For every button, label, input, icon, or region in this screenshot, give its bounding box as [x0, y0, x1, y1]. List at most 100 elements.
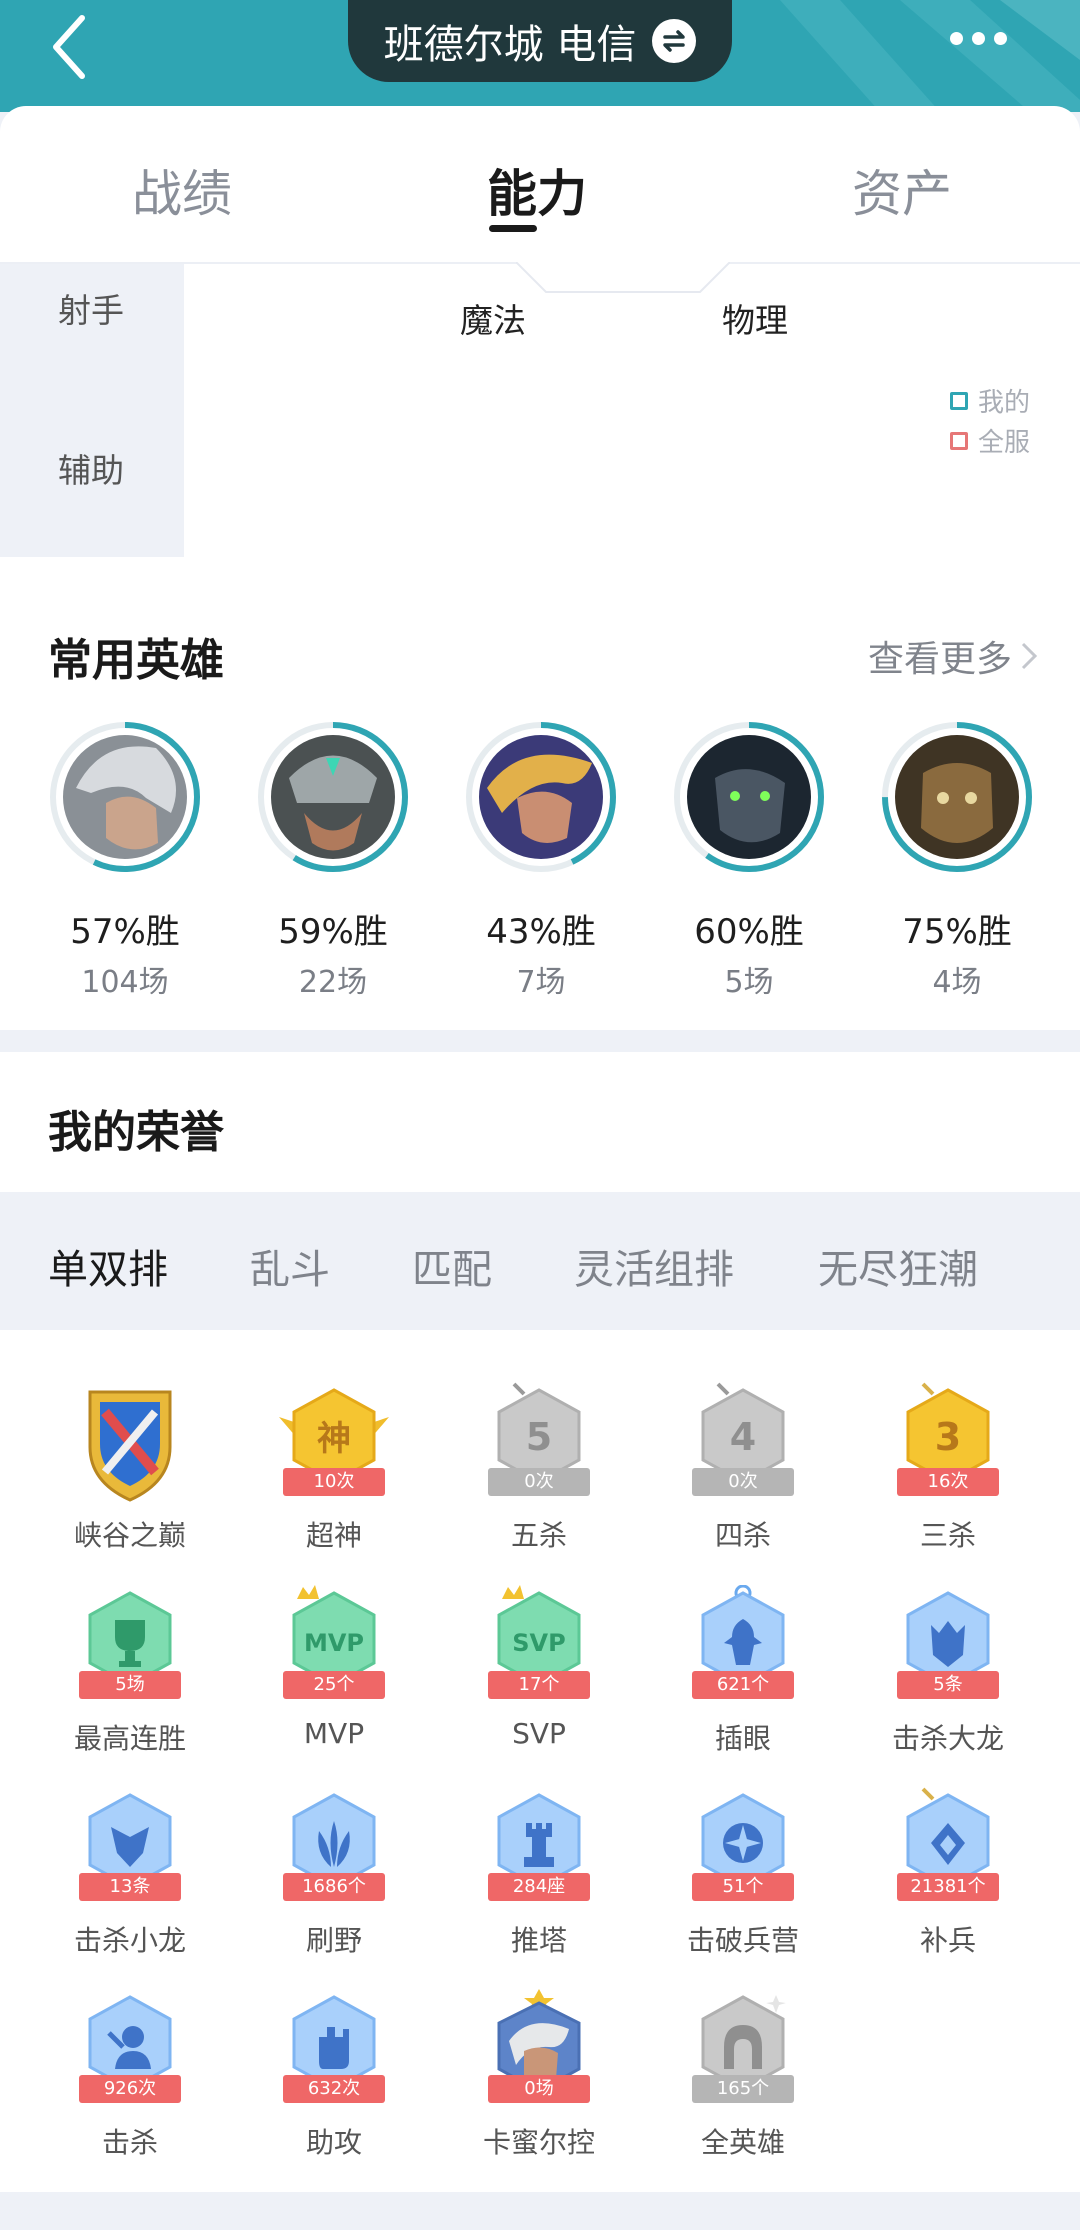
hero-win-rate: 60%胜: [694, 912, 804, 952]
tab-ability[interactable]: 能力: [487, 154, 587, 226]
badge-assists[interactable]: 632次 助攻: [249, 1989, 419, 2161]
svg-text:神: 神: [317, 1419, 351, 1459]
server-switcher[interactable]: 班德尔城 电信: [348, 0, 732, 82]
hero-win-rate: 43%胜: [486, 912, 596, 952]
server-name: 班德尔城 电信: [383, 22, 637, 68]
hero-games: 22场: [298, 965, 368, 1000]
jungle-icon: 1686个: [249, 1787, 419, 1907]
legend-server-swatch: [950, 431, 968, 450]
svg-text:SVP: SVP: [512, 1629, 565, 1657]
dragon-icon: 13条: [45, 1787, 215, 1907]
badge-pentakill[interactable]: 5 0次 五杀: [454, 1382, 624, 1554]
back-button[interactable]: [44, 10, 104, 80]
hero-games: 104场: [81, 965, 169, 1000]
chevron-right-icon: [1021, 642, 1038, 670]
pentakill-icon: 5 0次: [454, 1382, 624, 1502]
inhibitor-icon: 51个: [658, 1787, 828, 1907]
mvp-icon: MVP 25个: [249, 1585, 419, 1705]
badge-inhibitor[interactable]: 51个 击破兵营: [658, 1787, 828, 1959]
kill-icon: 926次: [45, 1989, 215, 2109]
badge-legendary[interactable]: 神 10次 超神: [249, 1382, 419, 1554]
header-decoration: [780, 0, 1080, 112]
mode-tabs: 单双排 乱斗 匹配 灵活组排 无尽狂潮: [0, 1192, 1080, 1330]
baron-icon: 5条: [863, 1585, 1033, 1705]
hero-card[interactable]: 60%胜 5场: [664, 718, 834, 1001]
hero-card[interactable]: 43%胜 7场: [456, 718, 626, 1001]
axis-label-physical: 物理: [722, 301, 788, 340]
badge-turret[interactable]: 284座 推塔: [454, 1787, 624, 1959]
top-header: 班德尔城 电信: [0, 0, 1080, 112]
position-list: 射手 辅助: [0, 264, 184, 557]
svg-text:4: 4: [730, 1415, 756, 1459]
badge-win-streak[interactable]: 5场 最高连胜: [45, 1585, 215, 1757]
ability-radar-panel: 射手 辅助 魔法 物理 我的 全服: [0, 264, 1080, 580]
badge-svp[interactable]: SVP 17个 SVP: [454, 1585, 624, 1750]
legendary-icon: 神 10次: [249, 1382, 419, 1502]
triplekill-icon: 3 16次: [863, 1382, 1033, 1502]
frequent-heroes-section: 常用英雄 查看更多 57%胜 104场 59%胜 22场 43%胜 7场 60%…: [0, 580, 1080, 1030]
bottom-spacer: [0, 2192, 1080, 2230]
svg-text:3: 3: [935, 1415, 961, 1459]
hero-games: 4场: [932, 965, 982, 1000]
badge-kills[interactable]: 926次 击杀: [45, 1989, 215, 2161]
section-title-heroes: 常用英雄: [48, 635, 224, 686]
hero-card[interactable]: 57%胜 104场: [40, 718, 210, 1001]
badge-ward[interactable]: 621个 插眼: [658, 1584, 828, 1757]
badge-summit[interactable]: 峡谷之巅: [45, 1382, 215, 1554]
back-arrow-icon: [53, 15, 85, 79]
hero-games: 5场: [724, 965, 774, 1000]
hero-win-rate: 75%胜: [902, 912, 1012, 952]
switch-icon: [652, 19, 697, 63]
mode-tab-urf[interactable]: 无尽狂潮: [818, 1237, 978, 1295]
position-label-support[interactable]: 辅助: [58, 444, 124, 492]
svg-text:MVP: MVP: [304, 1629, 364, 1657]
tab-notch: [516, 262, 730, 293]
badge-cs[interactable]: 21381个 补兵: [863, 1787, 1033, 1959]
more-options-icon[interactable]: [950, 32, 1007, 45]
svp-icon: SVP 17个: [454, 1585, 624, 1705]
hero-avatar: [46, 718, 204, 876]
hero-win-rate: 57%胜: [70, 912, 180, 952]
position-label-adc[interactable]: 射手: [58, 284, 124, 332]
hero-card[interactable]: 59%胜 22场: [248, 718, 418, 1001]
badge-baron[interactable]: 5条 击杀大龙: [863, 1585, 1033, 1757]
quadrakill-icon: 4 0次: [658, 1382, 828, 1502]
mode-tab-ranked[interactable]: 单双排: [48, 1237, 168, 1295]
see-more-link[interactable]: 查看更多: [868, 630, 1038, 682]
turret-icon: 284座: [454, 1787, 624, 1907]
assist-icon: 632次: [249, 1989, 419, 2109]
tab-bar: 战绩 能力 资产: [0, 106, 1080, 264]
badge-triplekill[interactable]: 3 16次 三杀: [863, 1382, 1033, 1554]
hero-card[interactable]: 75%胜 4场: [872, 718, 1042, 1001]
mode-tab-normal[interactable]: 匹配: [412, 1237, 492, 1295]
trophy-icon: 5场: [45, 1585, 215, 1705]
tab-record[interactable]: 战绩: [132, 154, 232, 226]
ward-icon: 621个: [658, 1584, 828, 1705]
hero-avatar: [878, 718, 1036, 876]
legend-mine: 我的: [950, 382, 1030, 419]
mode-tab-flex[interactable]: 灵活组排: [574, 1237, 734, 1295]
hero-avatar: [462, 718, 620, 876]
hero-games: 7场: [516, 965, 566, 1000]
all-champions-icon: 165个: [658, 1989, 828, 2109]
axis-label-magic: 魔法: [460, 301, 526, 340]
section-title-honor: 我的荣誉: [48, 1107, 224, 1158]
badge-jungle[interactable]: 1686个 刷野: [249, 1787, 419, 1959]
badge-quadrakill[interactable]: 4 0次 四杀: [658, 1382, 828, 1554]
badge-all-champions[interactable]: 165个 全英雄: [658, 1989, 828, 2161]
active-tab-indicator: [489, 225, 537, 232]
badge-camille[interactable]: 0场 卡蜜尔控: [454, 1989, 624, 2161]
honor-section: 我的荣誉 单双排 乱斗 匹配 灵活组排 无尽狂潮 峡谷之巅 神 10次 超神 5…: [0, 1052, 1080, 2192]
summit-shield-icon: [45, 1382, 215, 1502]
tab-assets[interactable]: 资产: [852, 154, 952, 226]
mode-tab-aram[interactable]: 乱斗: [250, 1237, 330, 1295]
svg-text:5: 5: [526, 1415, 552, 1459]
minion-icon: 21381个: [863, 1787, 1033, 1907]
badge-dragon[interactable]: 13条 击杀小龙: [45, 1787, 215, 1959]
camille-portrait-icon: 0场: [454, 1989, 624, 2109]
hero-win-rate: 59%胜: [278, 912, 388, 952]
legend-mine-swatch: [950, 391, 968, 410]
hero-avatar: [670, 718, 828, 876]
badge-mvp[interactable]: MVP 25个 MVP: [249, 1585, 419, 1750]
hero-avatar: [254, 718, 412, 876]
